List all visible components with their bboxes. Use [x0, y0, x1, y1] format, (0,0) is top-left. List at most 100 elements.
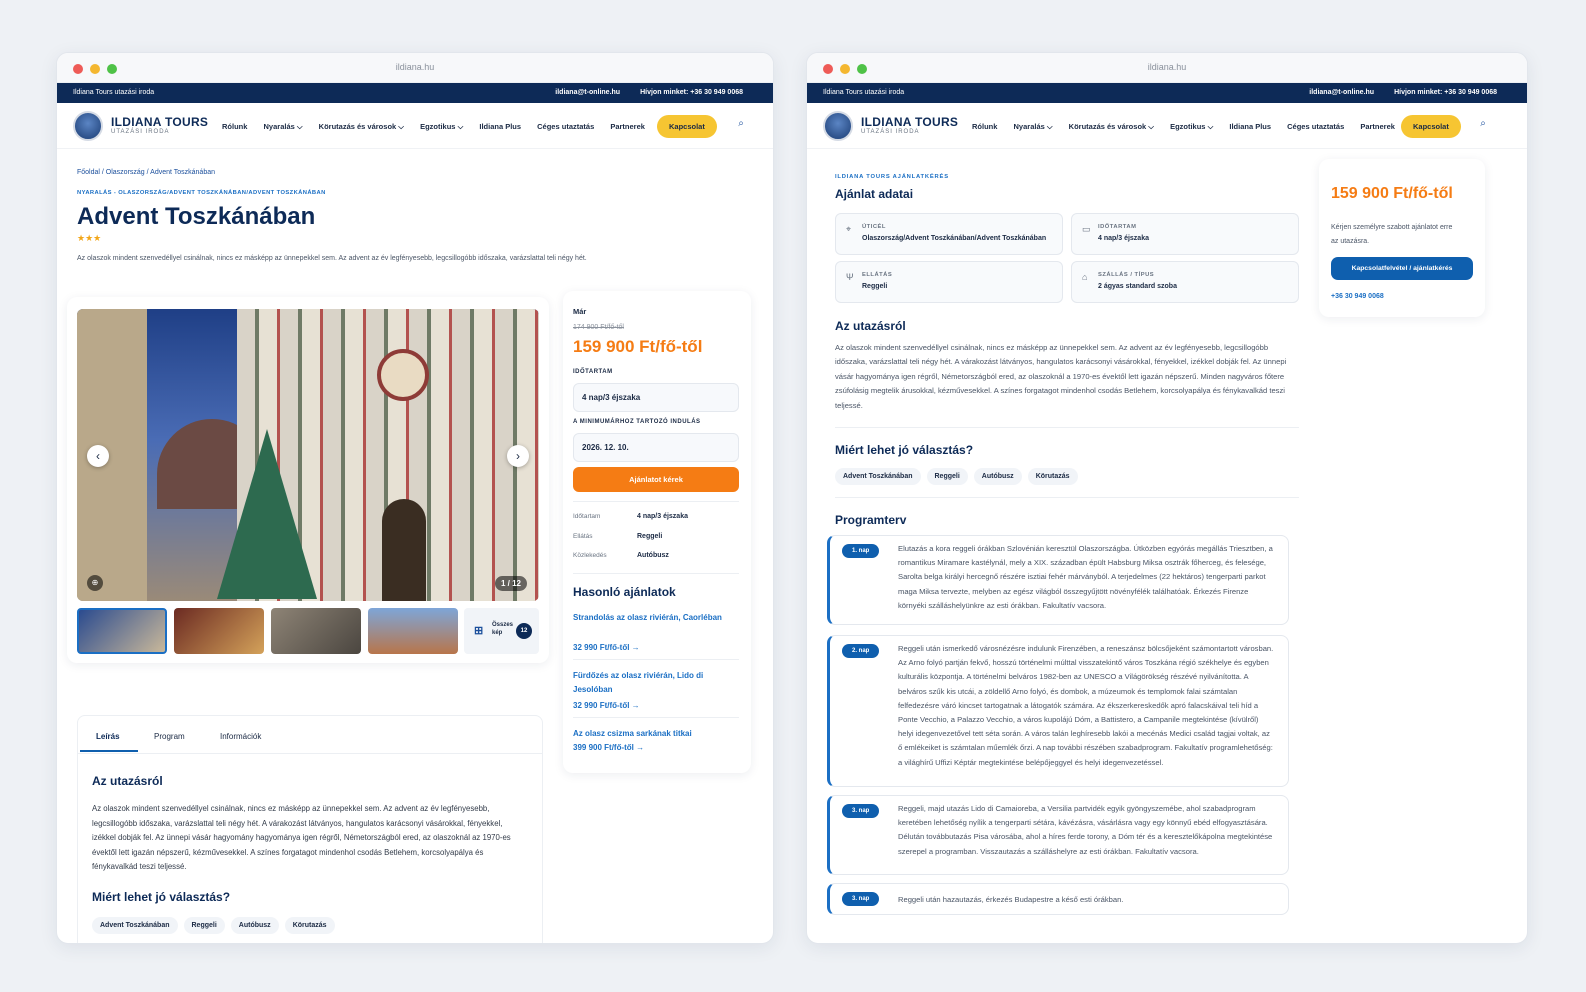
nav-item-ildiana-plus[interactable]: Ildiana Plus [479, 122, 521, 131]
nav-item-partnerek[interactable]: Partnerek [1360, 122, 1395, 131]
day-badge: 3. nap [842, 892, 880, 906]
similar-offer-price[interactable]: 399 900 Ft/fő-től → [573, 743, 644, 752]
tab-program[interactable]: Program [154, 732, 185, 741]
thumbnail[interactable] [271, 608, 361, 654]
topbar-phone-link[interactable]: Hívjon minket: +36 30 949 0068 [640, 89, 743, 96]
topbar-email-link[interactable]: ildiana@t-online.hu [555, 89, 620, 96]
side-phone-link[interactable]: +36 30 949 0068 [1331, 293, 1384, 300]
zoom-icon[interactable]: ⊕ [87, 575, 103, 591]
contact-button[interactable]: Kapcsolat [657, 115, 717, 138]
rating-stars: ★★★ [77, 233, 102, 243]
similar-offer-link[interactable]: Strandolás az olasz riviérán, Caorléban [573, 611, 723, 625]
info-room: ⌂ SZÁLLÁS / TÍPUS 2 ágyas standard szoba [1071, 261, 1299, 303]
side-text: Kérjen személyre szabott ajánlatot erre … [1331, 224, 1453, 245]
logo-icon[interactable] [73, 111, 103, 141]
old-price: 174 900 Ft/fő-től [573, 324, 624, 331]
day-text: Reggeli, majd utazás Lido di Camaioreba,… [898, 804, 1273, 856]
next-image-arrow-icon[interactable]: › [507, 445, 529, 467]
search-icon[interactable]: ⌕ [733, 118, 749, 134]
similar-offer-link[interactable]: Fürdőzés az olasz riviérán, Lido di Jeso… [573, 669, 723, 697]
brand-name[interactable]: ILDIANA TOURS [111, 115, 208, 129]
day-text: Reggeli után hazautazás, érkezés Budapes… [898, 895, 1124, 904]
topbar-phone-link[interactable]: Hívjon minket: +36 30 949 0068 [1394, 89, 1497, 96]
hero-image[interactable]: ‹ › ⊕ 1 / 12 [77, 309, 539, 601]
topbar-agency: Ildiana Tours utazási iroda [823, 89, 905, 96]
offer-eyebrow: ILDIANA TOURS AJÁNLATKÉRÉS [835, 174, 949, 180]
feature-chip: Autóbusz [230, 917, 279, 934]
image-counter: 1 / 12 [494, 576, 527, 591]
topbar-email-link[interactable]: ildiana@t-online.hu [1309, 89, 1374, 96]
about-text: Az olaszok mindent szenvedéllyel csináln… [835, 343, 1287, 410]
similar-offer-price[interactable]: 32 990 Ft/fő-től → [573, 643, 640, 652]
departure-date-field[interactable]: 2026. 12. 10. [573, 433, 739, 462]
nav-item-nyaralas[interactable]: Nyaralás ⌵ [1014, 122, 1053, 131]
calendar-icon: ▭ [1082, 224, 1091, 234]
fact-board: Ellátás Reggeli [573, 533, 663, 540]
intro-text: Az olaszok mindent szenvedéllyel csináln… [77, 255, 587, 262]
side-price: 159 900 Ft/fő-től [1331, 185, 1453, 202]
similar-offer-link[interactable]: Az olasz csizma sarkának titkai [573, 727, 733, 741]
nav-item-egzotikus[interactable]: Egzotikus ⌵ [1170, 122, 1213, 131]
thumbnail[interactable] [77, 608, 167, 654]
similar-offers-title: Hasonló ajánlatok [573, 585, 676, 599]
duration-label: IDŐTARTAM [573, 369, 613, 375]
contact-button[interactable]: Kapcsolat [1401, 115, 1461, 138]
nav-item-rolunk[interactable]: Rólunk [972, 122, 997, 131]
day-badge: 2. nap [842, 644, 880, 658]
address-bar[interactable]: ildiana.hu [57, 62, 773, 72]
info-duration: ▭ IDŐTARTAM 4 nap/3 éjszaka [1071, 213, 1299, 255]
day-text: Reggeli után ismerkedő városnézésre indu… [898, 644, 1274, 767]
about-title: Az utazásról [835, 319, 906, 333]
about-title: Az utazásról [92, 774, 163, 788]
contact-request-button[interactable]: Kapcsolatfelvétel / ajánlatkérés [1331, 257, 1473, 280]
side-price-card: 159 900 Ft/fő-től Kérjen személyre szabo… [1319, 159, 1485, 317]
all-photos-label2: kép [492, 630, 503, 636]
nav-item-korutazas[interactable]: Körutazás és városok ⌵ [1069, 122, 1154, 131]
prev-image-arrow-icon[interactable]: ‹ [87, 445, 109, 467]
browser-window-offer-page: ildiana.hu Ildiana Tours utazási iroda i… [806, 52, 1528, 944]
why-title: Miért lehet jó választás? [92, 890, 231, 904]
request-offer-button[interactable]: Ajánlatot kérek [573, 467, 739, 492]
feature-chips: Advent Toszkánában Reggeli Autóbusz Körutaz… [835, 465, 1084, 485]
program-day: 3. nap Reggeli után hazautazás, érkezés … [827, 883, 1289, 915]
similar-offer-price[interactable]: 32 990 Ft/fő-től → [573, 701, 640, 710]
nav-item-egzotikus[interactable]: Egzotikus ⌵ [420, 122, 463, 131]
main-nav: ILDIANA TOURS UTAZÁSI IRODA Rólunk Nyara… [57, 103, 773, 149]
feature-chip: Autóbusz [973, 468, 1022, 485]
logo-icon[interactable] [823, 111, 853, 141]
breadcrumb[interactable]: Főoldal / Olaszország / Advent Toszkánáb… [77, 169, 215, 176]
tab-leiras[interactable]: Leírás [96, 732, 120, 741]
active-tab-indicator [80, 750, 138, 752]
hero-christmas-tree [217, 429, 317, 599]
search-icon[interactable]: ⌕ [1475, 118, 1491, 134]
photo-count-badge: 12 [516, 623, 532, 639]
feature-chip: Körutazás [1027, 468, 1078, 485]
content-tabs: Leírás Program Információk Az utazásról … [77, 715, 543, 943]
top-info-bar: Ildiana Tours utazási iroda ildiana@t-on… [807, 83, 1527, 103]
nav-item-ceges[interactable]: Céges utaztatás [537, 122, 594, 131]
nav-item-ceges[interactable]: Céges utaztatás [1287, 122, 1344, 131]
duration-select[interactable]: 4 nap/3 éjszaka [573, 383, 739, 412]
browser-window-tour-page: ildiana.hu Ildiana Tours utazási iroda i… [56, 52, 774, 944]
address-bar[interactable]: ildiana.hu [807, 62, 1527, 72]
info-destination: ⌖ ÚTICÉL Olaszország/Advent Toszkánában/… [835, 213, 1063, 255]
nav-item-ildiana-plus[interactable]: Ildiana Plus [1229, 122, 1271, 131]
nav-item-partnerek[interactable]: Partnerek [610, 122, 645, 131]
hero-door-shape [382, 499, 426, 601]
category-path: NYARALÁS - OLASZORSZÁG/ADVENT TOSZKÁNÁBA… [77, 190, 326, 196]
nav-item-nyaralas[interactable]: Nyaralás ⌵ [264, 122, 303, 131]
bed-icon: ⌂ [1082, 272, 1088, 282]
thumbnail[interactable] [368, 608, 458, 654]
all-photos-button[interactable]: ⊞ Összes kép 12 [464, 608, 539, 654]
info-board: Ψ ELLÁTÁS Reggeli [835, 261, 1063, 303]
nav-menu: Rólunk Nyaralás ⌵ Körutazás és városok ⌵… [222, 122, 659, 132]
thumbnail[interactable] [174, 608, 264, 654]
program-day: 1. nap Elutazás a kora reggeli órákban S… [827, 535, 1289, 625]
day-badge: 1. nap [842, 544, 880, 558]
nav-item-korutazas[interactable]: Körutazás és városok ⌵ [319, 122, 404, 131]
nav-item-rolunk[interactable]: Rólunk [222, 122, 247, 131]
brand-name[interactable]: ILDIANA TOURS [861, 115, 958, 129]
program-day: 2. nap Reggeli után ismerkedő városnézés… [827, 635, 1289, 787]
tab-informaciok[interactable]: Információk [220, 732, 261, 741]
fact-transport: Közlekedés Autóbusz [573, 552, 669, 559]
